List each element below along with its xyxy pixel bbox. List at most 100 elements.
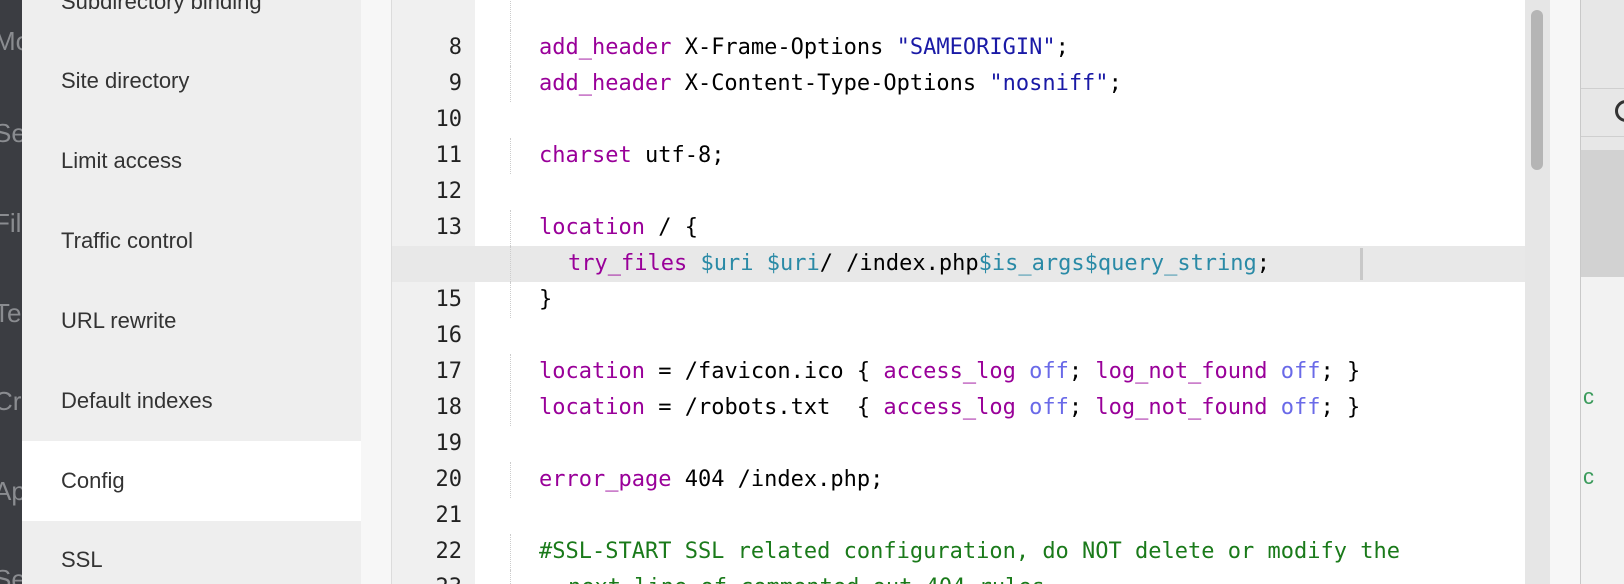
code-editor[interactable]: 8 9 add_header X-Frame-Options "SAMEORIG… — [391, 0, 1525, 584]
text-cursor — [1360, 248, 1363, 280]
token-directive: access_log — [883, 359, 1016, 384]
token-text: ; — [1108, 71, 1122, 96]
indent-guide — [510, 210, 511, 246]
token-directive: log_not_found — [1095, 359, 1268, 384]
background-block — [1581, 150, 1624, 277]
sidebar-item-default-indexes[interactable]: Default indexes — [22, 361, 361, 441]
token-string: "SAMEORIGIN" — [896, 35, 1056, 60]
code-line[interactable]: 11 — [392, 102, 1525, 168]
indent-guide — [510, 390, 511, 426]
token-directive: location — [539, 215, 645, 240]
code-comment: #SSL-START SSL related configuration, do… — [539, 539, 1400, 564]
background-block — [1581, 277, 1624, 584]
code-text: location / { — [539, 210, 698, 246]
token-variable: $is_args$query_string — [978, 251, 1257, 276]
code-line[interactable]: 22 — [392, 498, 1525, 564]
scrollbar-thumb[interactable] — [1531, 10, 1543, 170]
code-text: add_header X-Content-Type-Options "nosni… — [539, 66, 1122, 102]
code-line[interactable]: 9 add_header X-Frame-Options "SAMEORIGIN… — [392, 30, 1525, 96]
token-directive: charset — [539, 143, 632, 168]
token-text: = /robots.txt { — [644, 395, 884, 420]
bg-glyph: c — [1583, 384, 1594, 409]
token-atom: off — [1029, 395, 1069, 420]
code-line[interactable]: 12 charset utf-8; — [392, 138, 1525, 204]
code-line[interactable]: 17 — [392, 318, 1525, 384]
token-variable: $uri — [700, 251, 754, 276]
bg-nav-fragment: App — [0, 476, 22, 506]
token-text: ; } — [1320, 395, 1361, 420]
code-text: add_header X-Frame-Options "SAMEORIGIN"; — [539, 30, 1069, 66]
code-line[interactable]: next line of commented-out 404 rules — [392, 570, 1525, 584]
token-text: } — [539, 287, 553, 312]
code-text: location = /robots.txt { access_log off;… — [539, 390, 1360, 426]
token-text: = /favicon.ico { — [644, 359, 884, 384]
token-text: 404 /index.php; — [671, 467, 884, 492]
divider — [1581, 88, 1624, 89]
indent-guide — [510, 138, 511, 174]
sidebar-item-limit-access[interactable]: Limit access — [22, 121, 361, 201]
indent-guide — [510, 282, 511, 318]
code-text: try_files $uri $uri/ /index.php$is_args$… — [568, 246, 1270, 282]
config-editor-panel: 8 9 add_header X-Frame-Options "SAMEORIG… — [361, 0, 1580, 584]
background-panel: c c — [1580, 0, 1624, 584]
code-text: location = /favicon.ico { access_log off… — [539, 354, 1360, 390]
code-line[interactable]: 21 error_page 404 /index.php; — [392, 462, 1525, 528]
token-variable: $uri — [766, 251, 820, 276]
code-comment: next line of commented-out 404 rules — [568, 570, 1045, 584]
token-directive: location — [539, 395, 645, 420]
bg-nav-fragment: Se — [0, 564, 22, 584]
sidebar-item-site-directory[interactable]: Site directory — [22, 41, 361, 121]
token-text: ; } — [1320, 359, 1361, 384]
bg-nav-fragment: File — [0, 208, 22, 238]
token-text: / /index.php — [819, 251, 979, 276]
settings-sidebar: Subdirectory binding Site directory Limi… — [22, 0, 361, 584]
sidebar-item-url-rewrite[interactable]: URL rewrite — [22, 281, 361, 361]
indent-guide — [510, 354, 511, 390]
indent-guide — [510, 0, 511, 30]
token-atom: off — [1280, 359, 1321, 384]
code-line[interactable]: 19 location = /robots.txt { access_log o… — [392, 390, 1525, 456]
token-directive: error_page — [539, 467, 672, 492]
code-text: error_page 404 /index.php; — [539, 462, 883, 498]
code-text: charset utf-8; — [539, 138, 724, 174]
bg-glyph: c — [1583, 464, 1594, 489]
token-directive: add_header — [539, 71, 672, 96]
search-icon — [1615, 100, 1624, 122]
sidebar-item-subdirectory-binding[interactable]: Subdirectory binding — [22, 0, 361, 42]
code-line[interactable]: 14 location / { — [392, 210, 1525, 276]
bg-nav-fragment: Mo — [0, 26, 22, 56]
sidebar-item-config[interactable]: Config — [22, 441, 361, 521]
token-directive: log_not_found — [1095, 395, 1268, 420]
bg-nav-fragment: Se — [0, 118, 22, 148]
background-nav: Mo Se File Ter Cro App Se — [0, 0, 22, 584]
editor-scrollbar[interactable] — [1525, 0, 1550, 584]
code-line[interactable]: 10 add_header X-Content-Type-Options "no… — [392, 66, 1525, 132]
token-atom: off — [1280, 395, 1321, 420]
sidebar-item-traffic-control[interactable]: Traffic control — [22, 201, 361, 281]
token-text: ; — [1068, 359, 1096, 384]
token-atom: off — [1029, 359, 1069, 384]
token-text: X-Frame-Options — [671, 35, 897, 60]
code-line[interactable]: 13 — [392, 174, 1525, 240]
token-directive: try_files — [568, 251, 688, 276]
token-text: ; — [1055, 35, 1069, 60]
code-line[interactable]: 20 — [392, 426, 1525, 492]
token-directive: access_log — [883, 395, 1016, 420]
indent-guide — [510, 246, 511, 282]
code-line[interactable]: 23 #SSL-START SSL related configuration,… — [392, 534, 1525, 584]
code-line[interactable]: 16 } — [392, 282, 1525, 348]
code-line-current[interactable]: 15 try_files $uri $uri/ /index.php$is_ar… — [392, 246, 1525, 312]
sidebar-item-ssl[interactable]: SSL — [22, 520, 361, 584]
token-string: "nosniff" — [989, 71, 1109, 96]
code-line[interactable]: 8 — [392, 0, 1525, 60]
code-line[interactable]: 18 location = /favicon.ico { access_log … — [392, 354, 1525, 420]
divider — [1581, 136, 1624, 137]
token-directive: add_header — [539, 35, 672, 60]
token-directive: location — [539, 359, 645, 384]
indent-guide — [510, 534, 511, 570]
bg-nav-fragment: Cro — [0, 386, 22, 416]
